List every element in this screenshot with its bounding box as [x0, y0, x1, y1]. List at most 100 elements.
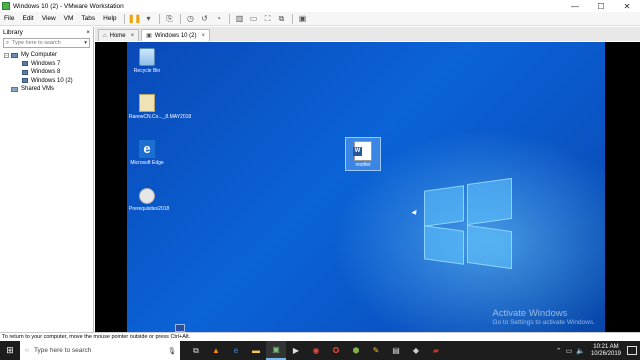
console-view-icon[interactable]: ▣ [296, 13, 310, 25]
collapse-icon[interactable]: − [4, 52, 9, 58]
close-button[interactable]: ✕ [614, 0, 640, 12]
clock-date: 10/26/2019 [590, 350, 621, 357]
notepad-icon[interactable]: ✎ [366, 341, 386, 360]
library-panel: Library × ⌕ Type here to search ▾ − My C… [0, 27, 94, 332]
minimize-button[interactable]: — [562, 0, 588, 12]
menu-help[interactable]: Help [99, 15, 120, 22]
home-icon: ⌂ [103, 32, 107, 39]
file-icon [139, 94, 155, 112]
vmware-app-icon [2, 2, 10, 10]
toolbar-separator [228, 13, 230, 24]
watermark-title: Activate Windows [492, 308, 568, 319]
desktop-icon-edge[interactable]: e Microsoft Edge [129, 140, 165, 166]
tab-windows-10-2[interactable]: ▣ Windows 10 (2) × [141, 29, 211, 41]
toolbar-separator [158, 13, 160, 24]
network-icon[interactable]: ▭ [566, 347, 573, 355]
pinned-apps: ⧉ ▲ e ▬ ▣ ▶ ◉ ✪ ⬢ ✎ ▤ ◆ ▰ [186, 341, 446, 360]
snapshot-manager-icon[interactable]: ◔ [212, 13, 226, 25]
chevron-down-icon[interactable]: ▾ [84, 40, 87, 46]
tree-label: Windows 7 [31, 60, 61, 67]
vm-tree: − My Computer Windows 7 Windows 8 Window… [0, 51, 93, 94]
vm-console[interactable]: Recycle Bin RarewCN.Co..._8.MAY2018 e Mi… [95, 42, 640, 332]
microphone-icon[interactable]: 🎙 [168, 347, 176, 355]
chrome-icon[interactable]: ◉ [306, 341, 326, 360]
toolbar-separator [291, 13, 293, 24]
send-ctrl-alt-del-icon[interactable]: ⎘ [163, 13, 177, 25]
start-button[interactable]: ⊞ [0, 341, 20, 360]
windows-logo-wallpaper [424, 177, 512, 270]
maximize-button[interactable]: ☐ [588, 0, 614, 12]
desktop-icon-prerequisites[interactable]: Prerequisites2018 [129, 188, 169, 212]
tab-home[interactable]: ⌂ Home × [98, 29, 140, 41]
tab-close-icon[interactable]: × [202, 33, 206, 39]
tree-item-shared-vms[interactable]: Shared VMs [0, 85, 93, 94]
volume-icon[interactable]: 🔈 [576, 347, 585, 355]
menu-tabs[interactable]: Tabs [77, 15, 99, 22]
file-explorer-icon[interactable]: ▬ [246, 341, 266, 360]
app-icon[interactable]: ◆ [406, 341, 426, 360]
title-bar: Windows 10 (2) - VMware Workstation — ☐ … [0, 0, 640, 12]
clock[interactable]: 10:21 AM 10/26/2019 [591, 344, 621, 358]
library-search-input[interactable]: ⌕ Type here to search ▾ [3, 38, 90, 48]
vm-icon [22, 61, 28, 67]
tab-close-icon[interactable]: × [131, 33, 135, 39]
library-header: Library × [0, 27, 93, 37]
tree-label: My Computer [21, 52, 58, 59]
app-icon[interactable]: ▰ [426, 341, 446, 360]
vm-icon: ▣ [146, 33, 152, 39]
library-title: Library [3, 28, 23, 36]
toolbar-separator [123, 13, 125, 24]
disc-icon [139, 188, 155, 204]
chevron-up-icon[interactable]: ⌃ [556, 347, 562, 355]
desktop-icon-label: Recycle Bin [133, 68, 161, 74]
library-close-icon[interactable]: × [86, 29, 90, 36]
desktop-icon-label: Microsoft Edge [130, 160, 164, 166]
menu-file[interactable]: File [0, 15, 18, 22]
partial-desktop-icon[interactable] [175, 324, 185, 332]
taskbar-search-input[interactable]: ○ Type here to search 🎙 [20, 341, 180, 360]
pause-icon[interactable]: ❚❚ [128, 13, 142, 25]
tree-item-windows-7[interactable]: Windows 7 [0, 60, 93, 69]
desktop-icon-word-document[interactable]: W motifet [345, 137, 381, 171]
system-tray: ⌃ ▭ 🔈 10:21 AM 10/26/2019 [554, 341, 640, 360]
search-icon: ○ [25, 347, 29, 354]
clock-time: 10:21 AM [593, 343, 619, 350]
menu-edit[interactable]: Edit [18, 15, 37, 22]
task-view-icon[interactable]: ⧉ [186, 341, 206, 360]
shared-vms-icon [11, 86, 18, 92]
app-icon[interactable]: ⬢ [346, 341, 366, 360]
vmware-taskbar-icon[interactable]: ▣ [266, 341, 286, 360]
desktop-icon-folder[interactable]: RarewCN.Co..._8.MAY2018 [129, 94, 191, 120]
taskbar: ⊞ ○ Type here to search 🎙 ⧉ ▲ e ▬ ▣ ▶ ◉ … [0, 341, 640, 360]
unity-icon[interactable]: ⧉ [275, 13, 289, 25]
edge-icon: e [139, 140, 155, 158]
revert-snapshot-icon[interactable]: ↺ [198, 13, 212, 25]
library-search-placeholder: Type here to search [12, 40, 61, 46]
status-bar: To return to your computer, move the mou… [0, 332, 640, 341]
full-screen-icon[interactable]: ⛶ [261, 13, 275, 25]
app-icon[interactable]: ✪ [326, 341, 346, 360]
guest-desktop[interactable]: Recycle Bin RarewCN.Co..._8.MAY2018 e Mi… [127, 42, 605, 332]
menu-vm[interactable]: VM [60, 15, 78, 22]
thumbnail-bar-icon[interactable]: ▭ [247, 13, 261, 25]
toolbar-separator [179, 13, 181, 24]
notification-icon[interactable] [627, 346, 637, 355]
word-document-icon: W [353, 141, 372, 161]
tree-item-windows-8[interactable]: Windows 8 [0, 68, 93, 77]
snapshot-icon[interactable]: ◷ [184, 13, 198, 25]
vlc-icon[interactable]: ▲ [206, 341, 226, 360]
tab-label: Home [109, 32, 126, 39]
desktop-icon-recycle-bin[interactable]: Recycle Bin [129, 48, 165, 74]
status-text: To return to your computer, move the mou… [2, 334, 191, 340]
tree-item-windows-10-2[interactable]: Windows 10 (2) [0, 77, 93, 86]
media-icon[interactable]: ▶ [286, 341, 306, 360]
vm-icon [22, 78, 28, 84]
chevron-down-icon[interactable]: ▾ [142, 13, 156, 25]
terminal-icon[interactable]: ▤ [386, 341, 406, 360]
show-library-icon[interactable]: ▥ [233, 13, 247, 25]
menu-view[interactable]: View [38, 15, 60, 22]
edge-icon[interactable]: e [226, 341, 246, 360]
tree-label: Windows 10 (2) [31, 77, 73, 84]
tree-item-my-computer[interactable]: − My Computer [0, 51, 93, 60]
activate-windows-watermark: Activate Windows Go to Settings to activ… [492, 308, 595, 326]
